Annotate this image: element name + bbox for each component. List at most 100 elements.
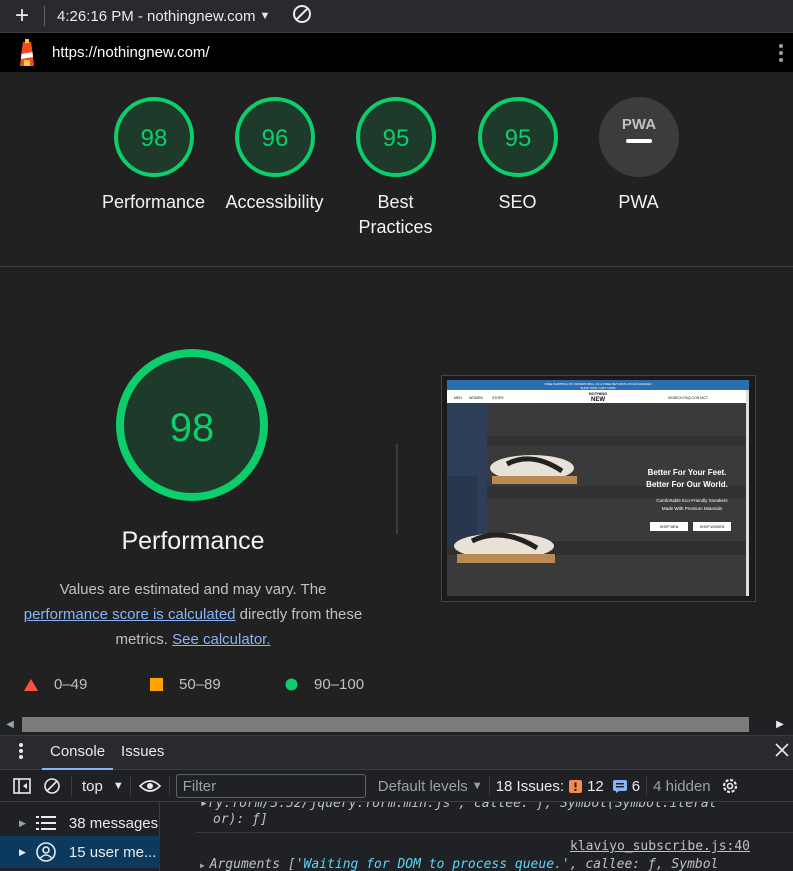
best-practices-gauge-ring: 95 <box>355 97 436 177</box>
svg-text:WOMEN: WOMEN <box>469 396 483 400</box>
sidebar-item-user-messages[interactable]: ▶ 15 user me... <box>0 836 160 868</box>
performance-gauge-ring: 98 <box>113 97 194 177</box>
expand-arrow-icon: ▶ <box>200 861 210 870</box>
filter-input[interactable] <box>175 774 366 798</box>
expand-arrow-icon: ▶ <box>19 846 26 857</box>
new-report-button[interactable]: + <box>0 2 44 30</box>
gauge-performance[interactable]: 98 Performance <box>93 96 214 215</box>
more-options-icon[interactable] <box>778 43 784 63</box>
gauge-label: Accessibility <box>225 192 324 212</box>
gauge-label: SEO <box>498 192 537 212</box>
sidebar-toggle-icon[interactable] <box>9 773 35 799</box>
gauge-score: 98 <box>140 125 167 152</box>
sidebar-item-messages[interactable]: ▶ 38 messages <box>0 807 160 839</box>
legend-fail: 0–49 <box>24 676 87 693</box>
gauge-accessibility[interactable]: 96 Accessibility <box>214 96 335 215</box>
log-levels-dropdown[interactable]: Default levels ▼ <box>378 778 483 795</box>
score-gauges: 98 Performance 96 Accessibility 95 Best … <box>0 72 793 267</box>
close-drawer-icon[interactable] <box>775 743 793 761</box>
context-selector[interactable]: top ▼ <box>82 778 124 795</box>
horizontal-scrollbar[interactable]: ◀ ▶ <box>0 715 793 734</box>
svg-text:SEARCH FAQ CONTACT: SEARCH FAQ CONTACT <box>668 396 709 400</box>
scroll-right-icon[interactable]: ▶ <box>773 717 787 732</box>
see-calculator-link[interactable]: See calculator. <box>172 631 270 648</box>
hidden-count: 4 hidden <box>653 777 711 795</box>
legend-pass: 90–100 <box>285 676 364 693</box>
legend-fail-label: 0–49 <box>54 676 88 693</box>
gauge-seo[interactable]: 95 SEO <box>457 96 578 215</box>
drawer-menu-icon[interactable] <box>0 742 42 764</box>
log-arguments[interactable]: ▶ Arguments ['Waiting for DOM to process… <box>200 857 718 871</box>
scrollbar-thumb[interactable] <box>22 717 749 732</box>
pwa-badge-icon: PWA <box>598 97 679 177</box>
devtools-lighthouse-toolbar: + 4:26:16 PM - nothingnew.com ▼ <box>0 0 793 33</box>
toolbar-separator <box>168 776 170 796</box>
report-url[interactable]: https://nothingnew.com/ <box>52 44 210 61</box>
caret-down-icon: ▼ <box>471 780 483 792</box>
live-expression-eye-icon[interactable] <box>137 773 163 799</box>
args-string: 'Waiting for DOM to process queue.' <box>295 857 570 871</box>
svg-text:Better For Your Feet.: Better For Your Feet. <box>648 468 727 477</box>
sidebar-item-label: 15 user me... <box>68 843 157 861</box>
performance-score: 98 <box>170 406 215 450</box>
gauge-label: PWA <box>618 192 659 212</box>
console-panel: ▶ 38 messages ▶ 15 user me... ▸ry.form/3… <box>0 802 793 871</box>
estimate-note: Values are estimated and may vary. The p… <box>18 577 368 652</box>
info-issue-icon <box>612 779 627 793</box>
vertical-divider <box>396 444 398 534</box>
settings-gear-icon[interactable] <box>717 773 743 799</box>
console-log: ▸ry.form/3.52/jquery.form.min.js', calle… <box>160 802 793 871</box>
console-toolbar: top ▼ Default levels ▼ 18 Issues: 12 6 4… <box>0 771 793 802</box>
expand-arrow-icon: ▶ <box>19 817 26 828</box>
legend-average: 50–89 <box>150 676 221 693</box>
gauge-best-practices[interactable]: 95 Best Practices <box>335 96 456 240</box>
issues-counter[interactable]: 18 Issues: 12 6 <box>496 778 640 795</box>
clear-console-icon[interactable] <box>39 773 65 799</box>
seo-gauge-ring: 95 <box>477 97 558 177</box>
score-calculated-link[interactable]: performance score is calculated <box>24 606 236 623</box>
legend-average-label: 50–89 <box>179 676 221 693</box>
gauge-score: 95 <box>382 125 409 152</box>
console-sidebar: ▶ 38 messages ▶ 15 user me... <box>0 802 160 871</box>
legend-pass-label: 90–100 <box>314 676 365 693</box>
levels-label: Default levels <box>377 777 468 795</box>
average-square-icon <box>150 678 163 691</box>
args-prefix: Arguments [ <box>209 857 296 871</box>
section-divider <box>0 266 793 267</box>
svg-text:SHOP WOMEN: SHOP WOMEN <box>700 525 725 529</box>
gauge-pwa[interactable]: PWA PWA <box>578 96 699 215</box>
final-screenshot[interactable]: FREE SHIPPING ON ORDERS $50+ US & FREE R… <box>441 375 756 602</box>
args-rest: , callee: ƒ, Symbol <box>569 857 719 871</box>
toolbar-separator <box>129 776 131 796</box>
fail-triangle-icon <box>24 678 38 691</box>
svg-text:NOTHING: NOTHING <box>589 391 607 396</box>
note-text: Values are estimated and may vary. The <box>59 581 327 598</box>
pass-circle-icon <box>285 678 298 691</box>
tab-issues[interactable]: Issues <box>113 735 172 770</box>
list-icon <box>35 816 56 830</box>
report-selector[interactable]: 4:26:16 PM - nothingnew.com ▼ <box>57 8 270 25</box>
performance-score-gauge: 98 <box>116 349 268 501</box>
gauge-score: 95 <box>504 125 531 152</box>
svg-text:NEW: NEW <box>591 397 605 403</box>
performance-title: Performance <box>121 527 265 555</box>
scroll-left-icon[interactable]: ◀ <box>3 717 17 732</box>
info-count: 6 <box>631 777 641 795</box>
log-divider <box>196 832 793 833</box>
svg-text:STORY: STORY <box>492 396 505 400</box>
clear-icon[interactable] <box>292 4 312 28</box>
drawer-tab-bar: Console Issues <box>0 735 793 770</box>
report-timestamp: 4:26:16 PM - nothingnew.com <box>57 7 256 25</box>
accessibility-gauge-ring: 96 <box>234 97 315 177</box>
pwa-badge-text: PWA <box>621 116 655 133</box>
sidebar-item-label: 38 messages <box>68 814 159 832</box>
log-source-link[interactable]: klaviyo_subscribe.js:40 <box>570 839 750 854</box>
warning-issue-icon <box>569 779 583 793</box>
svg-text:SHOP NOW | GIFT CARD: SHOP NOW | GIFT CARD <box>580 386 616 390</box>
tab-console[interactable]: Console <box>42 735 114 770</box>
user-icon <box>36 842 56 862</box>
issues-label: 18 Issues: <box>495 777 565 795</box>
svg-text:MEN: MEN <box>454 396 462 400</box>
caret-down-icon: ▼ <box>259 10 271 22</box>
toolbar-separator <box>646 776 648 796</box>
